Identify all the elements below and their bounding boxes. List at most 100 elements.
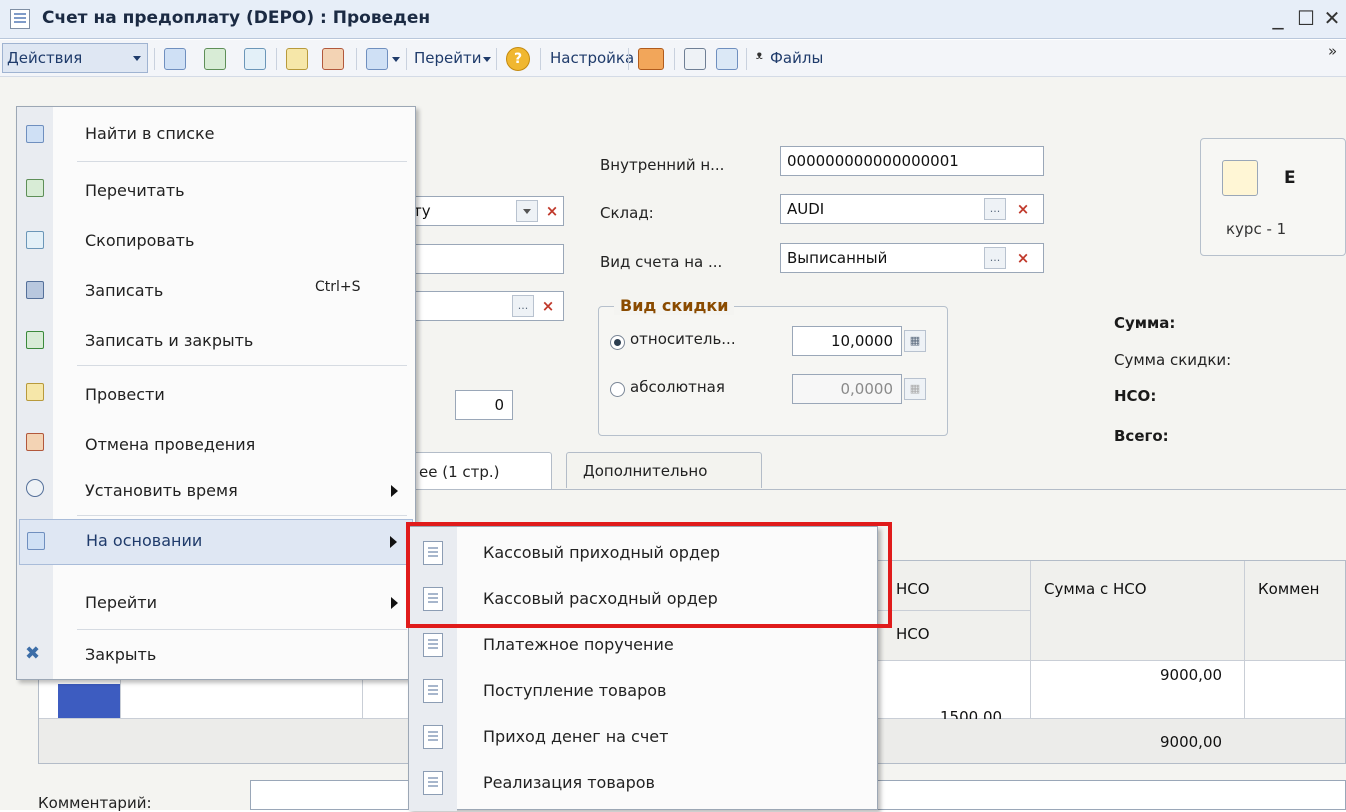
relative-discount-label[interactable]: относитель... [630, 330, 736, 348]
minimize-button[interactable]: _ [1264, 5, 1292, 31]
structure-icon[interactable] [684, 48, 706, 70]
nso-label: НСО: [1114, 387, 1157, 405]
menu-separator [77, 161, 407, 162]
submenu-item-label: Реализация товаров [483, 773, 655, 792]
menu-item-set-time[interactable]: Установить время [17, 465, 415, 513]
toolbar-separator [356, 48, 357, 70]
submenu-item-money-to-account[interactable]: Приход денег на счет [409, 715, 877, 761]
column-header-comment[interactable]: Коммен [1258, 580, 1320, 598]
menu-item-save[interactable]: Записать Ctrl+S [17, 265, 415, 313]
checkmark-icon [26, 331, 44, 349]
actions-menu-button[interactable]: Действия [2, 43, 148, 73]
table-cell-sum[interactable]: 9000,00 [1160, 666, 1222, 684]
menu-item-copy[interactable]: Скопировать [17, 215, 415, 263]
post-document-icon[interactable] [286, 48, 308, 70]
sum-label: Сумма: [1114, 314, 1176, 332]
hierarchy-icon[interactable] [716, 48, 738, 70]
exchange-rate-label: курс - 1 [1226, 220, 1287, 238]
menu-item-save-and-close[interactable]: Записать и закрыть [17, 315, 415, 363]
clear-button[interactable]: × [1014, 198, 1032, 220]
actions-menu: Найти в списке Перечитать Скопировать За… [16, 106, 416, 680]
calculator-icon: ▦ [904, 378, 926, 400]
menu-item-label: Найти в списке [85, 124, 215, 143]
menu-item-close[interactable]: ✖ Закрыть [17, 633, 415, 677]
copy-icon[interactable] [244, 48, 266, 70]
select-button[interactable]: ... [512, 295, 534, 317]
tab-additional-label: Дополнительно [583, 462, 708, 480]
menu-item-goto[interactable]: Перейти [17, 579, 415, 627]
row-selector[interactable] [58, 684, 120, 718]
submenu-arrow-icon [390, 536, 397, 548]
menu-item-reread[interactable]: Перечитать [17, 165, 415, 213]
warehouse-value: AUDI [787, 200, 825, 218]
menu-item-label: Перейти [85, 593, 157, 612]
toolbar: Действия Перейти ? Настройка ᵜ Файлы » [0, 40, 1346, 77]
goto-menu-button[interactable]: Перейти [414, 49, 482, 67]
cancel-posting-icon[interactable] [322, 48, 344, 70]
submenu-item-goods-sale[interactable]: Реализация товаров [409, 761, 877, 807]
internal-number-field[interactable]: 000000000000000001 [780, 146, 1044, 176]
document-icon [10, 9, 30, 29]
menu-separator [77, 629, 407, 630]
menu-item-based-on[interactable]: На основании [19, 519, 413, 565]
dropdown-button[interactable] [516, 200, 538, 222]
column-header-nso[interactable]: НСО [896, 580, 930, 598]
submenu-item-label: Поступление товаров [483, 681, 667, 700]
settings-button[interactable]: Настройка [550, 49, 634, 67]
clear-button[interactable]: × [543, 200, 561, 222]
select-button[interactable]: ... [984, 247, 1006, 269]
actions-label: Действия [7, 49, 83, 67]
toolbar-separator [540, 48, 541, 70]
home-icon[interactable] [638, 48, 664, 70]
help-icon[interactable]: ? [506, 47, 530, 71]
tab-additional[interactable]: Дополнительно [566, 452, 762, 488]
document-icon [423, 633, 443, 657]
menu-item-label: Записать [85, 281, 164, 300]
menu-item-label: Записать и закрыть [85, 331, 254, 350]
find-in-list-icon [26, 125, 44, 143]
menu-item-post[interactable]: Провести [17, 369, 415, 417]
menu-item-cancel-posting[interactable]: Отмена проведения [17, 419, 415, 467]
clear-button[interactable]: × [539, 295, 557, 317]
close-button[interactable]: ✕ [1318, 5, 1346, 31]
tab-goods[interactable]: ее (1 стр.) [404, 452, 552, 490]
invoice-type-label: Вид счета на ... [600, 253, 723, 271]
toolbar-separator [674, 48, 675, 70]
column-header-nso-sub[interactable]: НСО [896, 625, 930, 643]
absolute-discount-label[interactable]: абсолютная [630, 378, 725, 396]
currency-button[interactable] [1222, 160, 1258, 196]
files-button[interactable]: Файлы [770, 49, 823, 67]
menu-item-find-in-list[interactable]: Найти в списке [17, 111, 415, 159]
chevron-down-icon[interactable] [483, 57, 491, 62]
absolute-discount-field[interactable]: 0,0000 [792, 374, 902, 404]
maximize-button[interactable]: ☐ [1292, 5, 1320, 31]
total-label: Всего: [1114, 427, 1169, 445]
calculator-icon[interactable]: ▦ [904, 330, 926, 352]
chevron-down-icon[interactable] [392, 57, 400, 62]
paperclip-icon[interactable]: ᵜ [756, 48, 763, 68]
internal-number-label: Внутренний н... [600, 156, 725, 174]
reread-icon [26, 179, 44, 197]
header-divider [878, 610, 1030, 611]
toolbar-overflow-icon[interactable]: » [1328, 42, 1337, 60]
menu-item-label: На основании [86, 531, 203, 550]
find-in-list-icon[interactable] [164, 48, 186, 70]
absolute-discount-radio[interactable] [610, 382, 625, 397]
column-header-sum-with-nso[interactable]: Сумма с НСО [1044, 580, 1147, 598]
submenu-item-goods-receipt[interactable]: Поступление товаров [409, 669, 877, 715]
clear-button[interactable]: × [1014, 247, 1032, 269]
zero-field[interactable]: 0 [455, 390, 513, 420]
reread-icon[interactable] [204, 48, 226, 70]
based-on-icon[interactable] [366, 48, 388, 70]
cancel-posting-icon [26, 433, 44, 451]
submenu-item-payment-order[interactable]: Платежное поручение [409, 623, 877, 669]
submenu-item-label: Приход денег на счет [483, 727, 669, 746]
relative-discount-radio[interactable] [610, 335, 625, 350]
menu-item-label: Отмена проведения [85, 435, 256, 454]
highlight-box [406, 522, 892, 628]
select-button[interactable]: ... [984, 198, 1006, 220]
document-icon [423, 771, 443, 795]
relative-discount-field[interactable]: 10,0000 [792, 326, 902, 356]
chevron-down-icon [133, 56, 141, 61]
toolbar-separator [628, 48, 629, 70]
